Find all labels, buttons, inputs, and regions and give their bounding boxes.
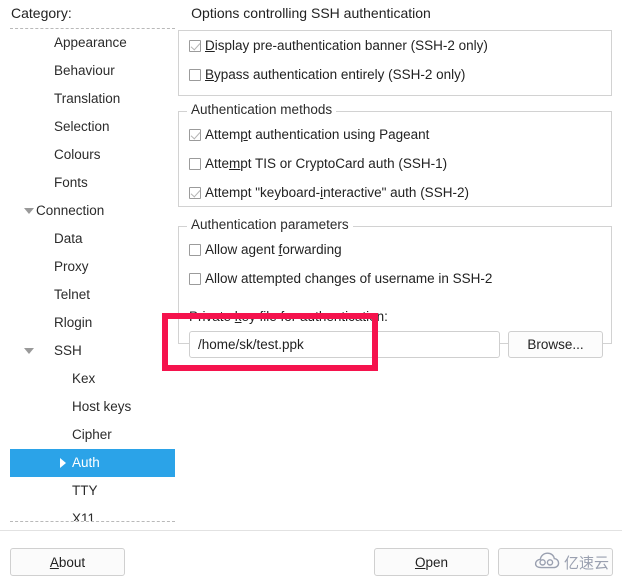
page-title: Options controlling SSH authentication xyxy=(0,5,622,21)
sidebar-item-label: Behaviour xyxy=(10,63,115,78)
sidebar-item-tty[interactable]: TTY xyxy=(10,477,175,505)
sidebar-item-kex[interactable]: Kex xyxy=(10,365,175,393)
sidebar-item-label: Appearance xyxy=(10,35,127,50)
checkbox-username-changes-label: Allow attempted changes of username in S… xyxy=(205,271,492,286)
checkbox-username-changes[interactable]: Allow attempted changes of username in S… xyxy=(179,264,611,293)
sidebar-item-data[interactable]: Data xyxy=(10,225,175,253)
sidebar-item-proxy[interactable]: Proxy xyxy=(10,253,175,281)
checkbox-agent-forwarding-label: Allow agent forwarding xyxy=(205,242,342,257)
auth-parameters-legend: Authentication parameters xyxy=(187,217,353,232)
auth-methods-group: Authentication methods Attempt authentic… xyxy=(178,111,612,207)
checkbox-bypass-auth-label: Bypass authentication entirely (SSH-2 on… xyxy=(205,67,465,82)
sidebar-item-auth[interactable]: Auth xyxy=(10,449,175,477)
sidebar-item-label: Fonts xyxy=(10,175,88,190)
sidebar-item-label: Host keys xyxy=(10,399,131,414)
browse-button[interactable]: Browse... xyxy=(508,331,603,358)
dialog-header: Category: Options controlling SSH authen… xyxy=(0,0,622,28)
sidebar-item-rlogin[interactable]: Rlogin xyxy=(10,309,175,337)
sidebar-item-label: Rlogin xyxy=(10,315,92,330)
sidebar-item-label: Cipher xyxy=(10,427,112,442)
sidebar-item-label: Telnet xyxy=(10,287,90,302)
auth-methods-legend: Authentication methods xyxy=(187,102,336,117)
footer-separator xyxy=(0,530,622,531)
sidebar-item-translation[interactable]: Translation xyxy=(10,85,175,113)
checkbox-display-banner-box[interactable] xyxy=(189,40,201,52)
sidebar-item-telnet[interactable]: Telnet xyxy=(10,281,175,309)
about-button[interactable]: About xyxy=(10,548,125,576)
private-key-file-row: Browse... xyxy=(189,331,603,358)
sidebar-item-selection[interactable]: Selection xyxy=(10,113,175,141)
auth-parameters-group: Authentication parameters Allow agent fo… xyxy=(178,226,612,344)
sidebar-item-appearance[interactable]: Appearance xyxy=(10,29,175,57)
sidebar-item-label: SSH xyxy=(10,343,82,358)
cancel-button[interactable] xyxy=(498,548,613,576)
sidebar-item-label: Auth xyxy=(10,455,100,470)
sidebar-item-label: Proxy xyxy=(10,259,89,274)
checkbox-display-banner[interactable]: Display pre-authentication banner (SSH-2… xyxy=(179,31,611,60)
checkbox-bypass-auth[interactable]: Bypass authentication entirely (SSH-2 on… xyxy=(179,60,611,89)
checkbox-display-banner-label: Display pre-authentication banner (SSH-2… xyxy=(205,38,488,53)
sidebar-item-cipher[interactable]: Cipher xyxy=(10,421,175,449)
checkbox-keyboard-interactive-box[interactable] xyxy=(189,187,201,199)
sidebar-item-label: Connection xyxy=(10,203,104,218)
checkbox-agent-forwarding[interactable]: Allow agent forwarding xyxy=(179,235,611,264)
checkbox-keyboard-interactive-label: Attempt "keyboard-interactive" auth (SSH… xyxy=(205,185,469,200)
checkbox-tis-cryptocard-box[interactable] xyxy=(189,158,201,170)
sidebar-item-label: X11 xyxy=(10,511,95,522)
checkbox-tis-cryptocard[interactable]: Attempt TIS or CryptoCard auth (SSH-1) xyxy=(179,149,611,178)
sidebar-item-label: Kex xyxy=(10,371,95,386)
private-key-file-label: Private key file for authentication: xyxy=(189,309,388,324)
sidebar-item-host-keys[interactable]: Host keys xyxy=(10,393,175,421)
sidebar-item-ssh[interactable]: SSH xyxy=(10,337,175,365)
checkbox-keyboard-interactive[interactable]: Attempt "keyboard-interactive" auth (SSH… xyxy=(179,178,611,207)
sidebar-item-x11[interactable]: X11 xyxy=(10,505,175,522)
open-button[interactable]: Open xyxy=(374,548,489,576)
banner-options-group: Display pre-authentication banner (SSH-2… xyxy=(178,30,612,96)
sidebar-item-behaviour[interactable]: Behaviour xyxy=(10,57,175,85)
checkbox-bypass-auth-box[interactable] xyxy=(189,69,201,81)
sidebar-item-connection[interactable]: Connection xyxy=(10,197,175,225)
category-tree[interactable]: Appearance Behaviour Translation Selection C… xyxy=(10,28,175,522)
checkbox-pageant-box[interactable] xyxy=(189,129,201,141)
sidebar-item-label: Data xyxy=(10,231,83,246)
private-key-file-input[interactable] xyxy=(189,331,500,358)
sidebar-item-label: Colours xyxy=(10,147,101,162)
checkbox-tis-cryptocard-label: Attempt TIS or CryptoCard auth (SSH-1) xyxy=(205,156,447,171)
sidebar-item-colours[interactable]: Colours xyxy=(10,141,175,169)
sidebar-item-label: Translation xyxy=(10,91,120,106)
checkbox-pageant-label: Attempt authentication using Pageant xyxy=(205,127,429,142)
sidebar-item-fonts[interactable]: Fonts xyxy=(10,169,175,197)
sidebar-item-label: TTY xyxy=(10,483,98,498)
sidebar-item-label: Selection xyxy=(10,119,110,134)
checkbox-agent-forwarding-box[interactable] xyxy=(189,244,201,256)
checkbox-pageant[interactable]: Attempt authentication using Pageant xyxy=(179,120,611,149)
checkbox-username-changes-box[interactable] xyxy=(189,273,201,285)
